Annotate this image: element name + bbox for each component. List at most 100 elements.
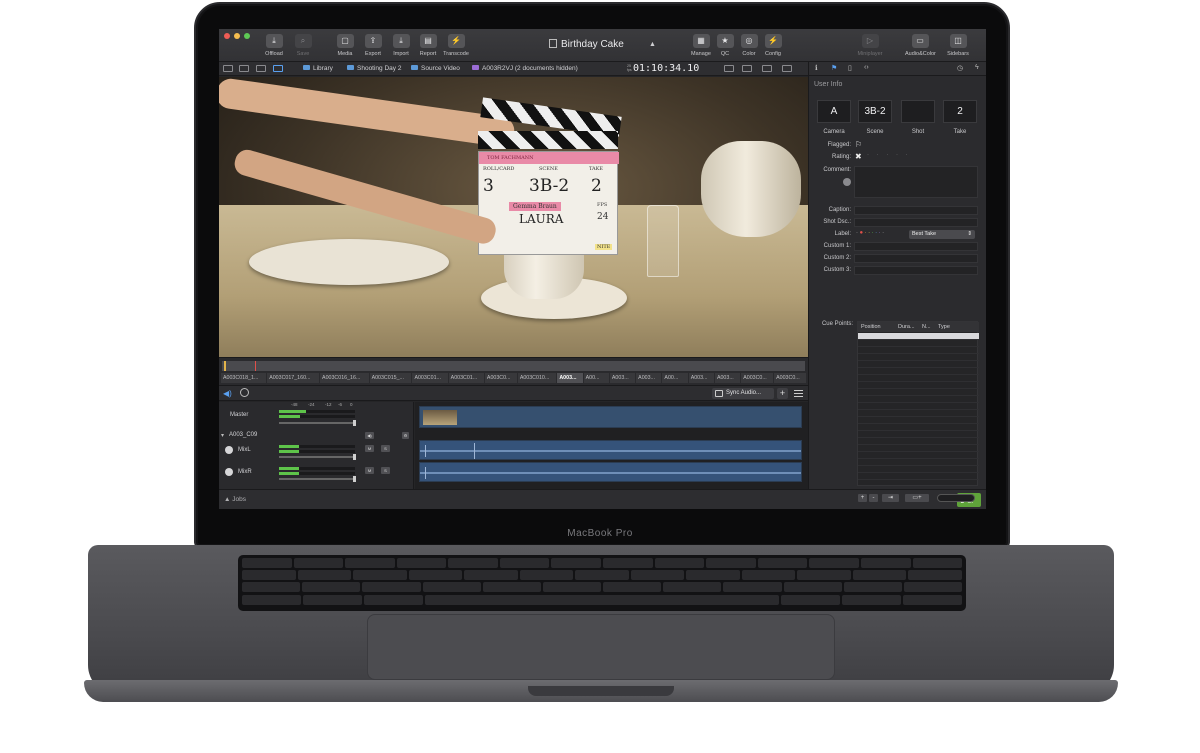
cue-row[interactable] (858, 431, 979, 438)
clip-thumbnail[interactable]: A003C01... (448, 373, 484, 383)
report-button[interactable]: ▤ Report (413, 34, 443, 57)
custom3-field[interactable] (854, 266, 978, 275)
layout-video-icon[interactable] (782, 65, 792, 72)
flag-icon[interactable]: ⚑ (831, 64, 837, 72)
group-disclosure-icon[interactable]: ▾ (221, 432, 224, 439)
master-fader[interactable] (279, 422, 355, 424)
add-cue-button[interactable]: + (858, 494, 867, 502)
list-view-icon[interactable] (223, 65, 233, 72)
jump-cue-button[interactable]: ⇥ (882, 494, 899, 502)
audio-track-mixr[interactable] (419, 462, 802, 482)
clip-thumbnail[interactable]: A003C0... (484, 373, 517, 383)
zoom-window-button[interactable] (244, 33, 250, 39)
cue-row[interactable] (858, 403, 979, 410)
shot-field[interactable] (901, 100, 935, 123)
clip-thumbnail[interactable]: A003C016_16... (320, 373, 369, 383)
shot-description-field[interactable] (854, 218, 978, 227)
cue-row[interactable] (858, 347, 979, 354)
scene-field[interactable]: 3B-2 (858, 100, 892, 123)
media-button[interactable]: ▢ Media (330, 34, 360, 57)
cue-row[interactable] (858, 466, 979, 473)
group-speaker-button[interactable]: ◀) (365, 432, 374, 439)
transcode-button[interactable]: ⚡ Transcode (441, 34, 471, 57)
cue-row[interactable] (858, 382, 979, 389)
label-select[interactable]: Best Take ⇕ (909, 230, 975, 239)
clip-thumbnail[interactable]: A00... (583, 373, 609, 383)
camera-field[interactable]: A (817, 100, 851, 123)
cue-row[interactable] (858, 424, 979, 431)
cue-row[interactable] (858, 368, 979, 375)
timeline[interactable] (415, 402, 808, 489)
cue-row[interactable] (858, 389, 979, 396)
eject-icon[interactable]: ▲ (649, 41, 656, 48)
video-viewer[interactable]: TOM FACHMANN ROLL/CARD SCENE TAKE 3 3B-2… (219, 77, 808, 357)
grid-view-icon[interactable] (256, 65, 266, 72)
breadcrumb-day[interactable]: Shooting Day 2 (347, 65, 401, 72)
bolt-icon[interactable]: ϟ (975, 64, 979, 71)
master-fader-knob[interactable] (353, 420, 356, 426)
minimize-window-button[interactable] (234, 33, 240, 39)
track2-fader-knob[interactable] (353, 476, 356, 482)
track2-fader[interactable] (279, 478, 355, 480)
clock-icon[interactable] (240, 388, 249, 397)
history-icon[interactable]: ◷ (957, 64, 963, 72)
code-icon[interactable]: ‹› (864, 64, 869, 71)
clip-thumbnail[interactable]: A003... (714, 373, 741, 383)
sync-audio-button[interactable]: Sync Audio... (712, 388, 774, 399)
custom2-field[interactable] (854, 254, 978, 263)
in-marker[interactable] (224, 361, 226, 371)
group-settings-button[interactable]: ⚙ (402, 432, 409, 439)
cue-row[interactable] (858, 340, 979, 347)
speaker-icon[interactable]: ◀) (223, 389, 232, 398)
timecode-display[interactable]: 01:10:34.10 (633, 63, 699, 74)
rating-stars[interactable]: · · · · · (867, 152, 911, 158)
close-window-button[interactable] (224, 33, 230, 39)
clip-thumbnail[interactable]: A003... (688, 373, 714, 383)
clip-thumbnail[interactable]: A003C015_... (369, 373, 412, 383)
cue-row[interactable] (858, 410, 979, 417)
clip-thumbnail[interactable]: A003C0... (741, 373, 774, 383)
remove-cue-button[interactable]: - (869, 494, 878, 502)
document-icon[interactable]: ▯ (848, 64, 852, 72)
breadcrumb-source[interactable]: Source Video (411, 65, 460, 72)
label-color-dots[interactable]: ·●······ (856, 230, 886, 236)
jobs-toggle[interactable]: ▲ Jobs (224, 496, 246, 503)
track2-solo-button[interactable]: S (381, 467, 390, 474)
clip-thumbnail[interactable]: A003C010... (517, 373, 557, 383)
player-view-icon[interactable] (273, 65, 283, 72)
cue-row[interactable] (858, 396, 979, 403)
breadcrumb-clip[interactable]: A003R2VJ (2 documents hidden) (472, 65, 578, 72)
clip-thumbnail[interactable]: A003C018_1... (221, 373, 267, 383)
cue-row[interactable] (858, 452, 979, 459)
clip-thumbnail[interactable]: A003... (636, 373, 662, 383)
cue-row[interactable] (858, 438, 979, 445)
track1-play-button[interactable] (225, 446, 233, 454)
cue-row[interactable] (858, 354, 979, 361)
info-icon[interactable]: ℹ (815, 64, 818, 72)
hamburger-icon[interactable] (794, 390, 803, 397)
save-button[interactable]: ⌕ Save (288, 34, 318, 57)
clip-thumbnail[interactable]: A003... (557, 373, 583, 383)
audio-track-mixl[interactable] (419, 440, 802, 460)
cue-search-field[interactable] (937, 494, 975, 502)
clip-thumbnail[interactable]: A003... (609, 373, 636, 383)
clip-thumbnail[interactable]: A003C017_160... (267, 373, 320, 383)
cue-row[interactable] (858, 459, 979, 466)
layout-single-icon[interactable] (724, 65, 734, 72)
column-view-icon[interactable] (239, 65, 249, 72)
sidebars-button[interactable]: ◫ Sidebars (943, 34, 973, 57)
playhead[interactable] (255, 361, 256, 371)
cue-row[interactable] (858, 445, 979, 452)
flag-toggle-icon[interactable]: ⚐ (855, 140, 862, 149)
miniplayer-button[interactable]: ▷ Miniplayer (855, 34, 885, 57)
export-button[interactable]: ⇪ Export (358, 34, 388, 57)
cue-points-table[interactable]: Position Dura... N... Type (857, 321, 979, 486)
clip-thumbnail[interactable]: A003C0... (774, 373, 807, 383)
playhead-scrubber[interactable] (222, 361, 805, 371)
track2-play-button[interactable] (225, 468, 233, 476)
comment-icon[interactable] (843, 178, 851, 186)
cue-row[interactable] (858, 417, 979, 424)
comment-field[interactable] (854, 166, 978, 198)
take-field[interactable]: 2 (943, 100, 977, 123)
document-title[interactable]: Birthday Cake (549, 39, 659, 50)
